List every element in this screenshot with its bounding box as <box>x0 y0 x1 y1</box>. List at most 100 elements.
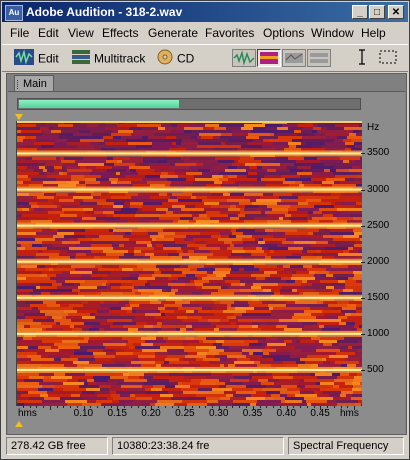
time-tick <box>137 406 139 408</box>
time-tick <box>29 406 31 408</box>
time-tick <box>232 406 234 408</box>
status-bar: 278.42 GB free 10380:23:38.24 fre Spectr… <box>2 435 408 457</box>
harmonic-band <box>17 332 362 335</box>
frequency-ruler[interactable]: Hz 3500 3000 2500 2000 1500 1000 500 <box>361 121 401 406</box>
menu-help[interactable]: Help <box>361 26 386 40</box>
time-end-label: hms <box>340 408 359 419</box>
phase-icon <box>310 53 328 63</box>
harmonic-band <box>17 224 362 227</box>
frequency-label: 2000 <box>367 255 390 267</box>
menu-effects[interactable]: Effects <box>102 26 138 40</box>
time-tick <box>205 406 207 408</box>
window-title: Adobe Audition - 318-2.wav <box>26 5 183 19</box>
frequency-label: 1000 <box>367 327 390 339</box>
frequency-tick <box>361 153 365 155</box>
minimize-button[interactable]: _ <box>352 5 368 19</box>
menu-file[interactable]: File <box>10 26 29 40</box>
time-free-status: 10380:23:38.24 fre <box>112 437 284 455</box>
frequency-unit-label: Hz <box>367 122 380 133</box>
time-tick <box>266 406 268 408</box>
menu-bar: File Edit View Effects Generate Favorite… <box>2 23 408 43</box>
harmonic-band <box>17 188 362 191</box>
disk-free-status: 278.42 GB free <box>6 437 108 455</box>
menu-generate[interactable]: Generate <box>148 26 198 40</box>
time-label: 0.40 <box>276 408 297 419</box>
menu-favorites[interactable]: Favorites <box>205 26 254 40</box>
menu-view[interactable]: View <box>68 26 94 40</box>
harmonic-band <box>17 368 362 371</box>
start-marker-top[interactable] <box>15 114 23 120</box>
i-beam-cursor-icon <box>359 49 365 65</box>
time-tick <box>306 406 308 408</box>
frequency-tick <box>361 297 365 299</box>
frequency-tick <box>361 261 365 263</box>
time-label: 0.15 <box>107 408 127 419</box>
marquee-icon <box>379 50 397 64</box>
time-tick <box>273 406 275 408</box>
pan-display-button[interactable] <box>282 49 306 67</box>
harmonic-band <box>17 260 362 263</box>
time-tick <box>43 406 45 408</box>
edit-label: Edit <box>38 51 59 66</box>
harmonic-band <box>17 152 362 155</box>
multitrack-view-button[interactable]: Multitrack <box>72 49 145 67</box>
time-tick <box>131 406 132 408</box>
frequency-label: 2500 <box>367 219 390 231</box>
time-start-label: hms <box>18 408 37 419</box>
title-bar[interactable]: Au Adobe Audition - 318-2.wav _ □ ✕ <box>2 2 408 22</box>
time-label: 0.30 <box>208 408 229 419</box>
frequency-tick <box>361 189 365 191</box>
frequency-label: 3000 <box>367 183 390 195</box>
time-tick <box>354 406 356 410</box>
visible-range-thumb[interactable] <box>19 100 179 108</box>
spectral-display-button[interactable] <box>257 49 281 67</box>
spectral-display[interactable] <box>16 121 362 406</box>
frequency-label: 500 <box>367 363 384 375</box>
time-ruler[interactable]: hms hms 0.10 0.15 0.20 0.25 0.30 0.35 0.40 0.45 <box>16 406 361 420</box>
tab-main-label: Main <box>23 78 47 90</box>
time-tick <box>164 406 166 408</box>
menu-edit[interactable]: Edit <box>38 26 59 40</box>
time-label: 0.25 <box>175 408 195 419</box>
time-tick <box>97 406 99 408</box>
frequency-label: 3500 <box>367 147 390 159</box>
time-selection-tool[interactable] <box>357 49 367 67</box>
time-tick <box>347 406 349 408</box>
time-tick <box>103 406 105 408</box>
time-tick <box>333 406 335 408</box>
time-label: 0.45 <box>310 408 330 419</box>
cd-view-button[interactable]: CD <box>157 49 194 67</box>
frequency-label: 1500 <box>367 291 390 303</box>
audition-app-icon[interactable]: Au <box>5 5 23 21</box>
maximize-button[interactable]: □ <box>369 5 385 19</box>
zoom-navigator-bar[interactable] <box>17 98 361 110</box>
waveform-edit-icon <box>14 49 34 70</box>
menu-options[interactable]: Options <box>263 26 304 40</box>
cd-icon <box>157 49 173 70</box>
start-marker-bottom[interactable] <box>15 421 23 427</box>
time-tick <box>49 406 51 410</box>
marquee-selection-tool[interactable] <box>378 49 398 67</box>
edit-view-button[interactable]: Edit <box>14 49 59 67</box>
time-tick <box>300 406 302 408</box>
spectral-top-edge <box>17 121 362 123</box>
frequency-tick <box>361 333 365 335</box>
toolbar: Edit Multitrack CD <box>2 44 408 72</box>
close-button[interactable]: ✕ <box>388 5 404 19</box>
time-tick <box>56 406 58 408</box>
application-window: Au Adobe Audition - 318-2.wav _ □ ✕ File… <box>0 0 410 460</box>
menu-window[interactable]: Window <box>311 26 354 40</box>
spectral-icon <box>260 52 278 64</box>
waveform-display-button[interactable] <box>232 49 256 67</box>
frequency-tick <box>361 225 365 227</box>
time-tick <box>239 406 241 408</box>
time-tick <box>22 406 24 408</box>
time-tick <box>198 406 200 408</box>
phase-display-button[interactable] <box>307 49 331 67</box>
time-tick <box>171 406 173 408</box>
panel-grip-icon[interactable] <box>17 80 21 89</box>
frequency-tick <box>361 369 365 371</box>
spectrogram-canvas <box>17 121 362 406</box>
cd-label: CD <box>177 51 195 66</box>
tab-main[interactable]: Main <box>14 75 54 91</box>
